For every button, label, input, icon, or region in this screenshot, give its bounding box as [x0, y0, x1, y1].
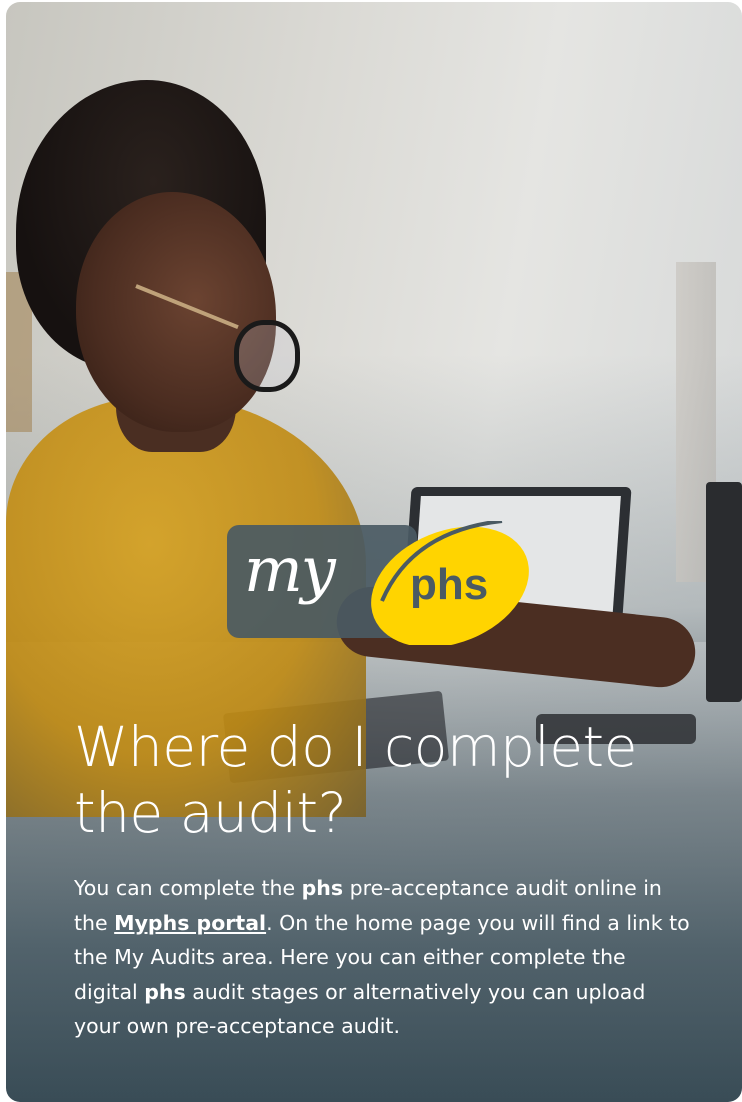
- info-card: my phs Where do I complete the audit? Yo…: [6, 2, 742, 1102]
- myphs-logo: my phs: [227, 521, 542, 645]
- body-paragraph: You can complete the phs pre-acceptance …: [74, 871, 694, 1044]
- logo-phs-ellipse: phs: [371, 521, 529, 645]
- myphs-portal-link[interactable]: Myphs portal: [114, 911, 266, 935]
- phs-brand-text: phs: [144, 979, 186, 1004]
- photo-monitor: [706, 482, 742, 702]
- photo-glasses: [234, 320, 300, 392]
- phs-brand-text: phs: [301, 876, 344, 900]
- logo-phs-text: phs: [410, 560, 488, 609]
- page-heading: Where do I complete the audit?: [74, 715, 637, 845]
- body-text-1: You can complete the: [74, 876, 302, 900]
- logo-my-text: my: [244, 533, 336, 606]
